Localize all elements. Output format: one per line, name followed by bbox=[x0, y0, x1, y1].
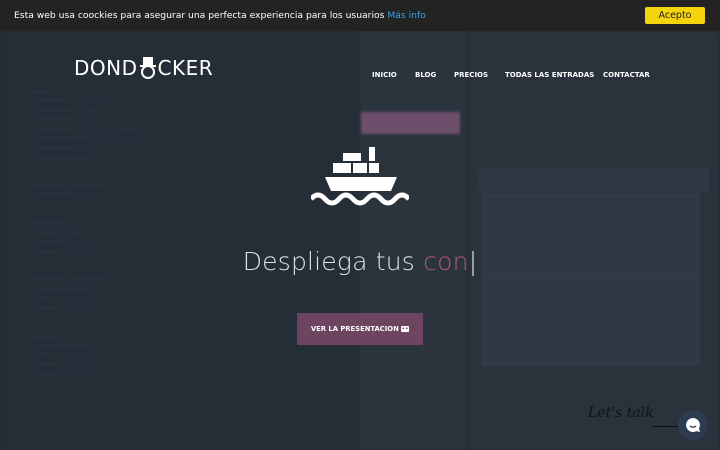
editor-panel bbox=[480, 169, 708, 191]
logo-text-end: CKER bbox=[157, 56, 214, 80]
nav-precios[interactable]: PRECIOS bbox=[454, 71, 488, 79]
cookie-bar: Esta web usa coockies para asegurar una … bbox=[0, 0, 720, 31]
editor-panel bbox=[482, 278, 699, 365]
headline-static-text: Despliega tus bbox=[242, 247, 424, 276]
nav-blog[interactable]: BLOG bbox=[415, 71, 436, 79]
accept-cookies-button[interactable]: Acepto bbox=[645, 7, 705, 24]
nav-inicio[interactable]: INICIO bbox=[372, 71, 397, 79]
cookie-message: Esta web usa coockies para asegurar una … bbox=[14, 10, 426, 21]
chat-bubble-icon bbox=[686, 418, 700, 432]
ship-icon bbox=[311, 147, 409, 206]
nav-contactar[interactable]: CONTACTAR bbox=[603, 71, 650, 79]
logo-text: DOND bbox=[74, 56, 138, 80]
lets-talk-label: Let's talk bbox=[588, 405, 654, 421]
editor-code-lines: ..... ......... ..... .......... ... ...… bbox=[30, 87, 135, 377]
chat-button[interactable] bbox=[678, 410, 708, 440]
logo-hat-icon bbox=[138, 56, 158, 80]
site-logo[interactable]: DOND CKER bbox=[74, 56, 213, 80]
editor-sidebar-pane bbox=[360, 31, 465, 450]
typing-caret: | bbox=[468, 247, 478, 276]
cookie-message-text: Esta web usa coockies para asegurar una … bbox=[14, 10, 385, 21]
presentation-button-label: VER LA PRESENTACION bbox=[310, 325, 399, 333]
presentation-button[interactable]: VER LA PRESENTACION bbox=[297, 313, 423, 345]
nav-todas-las-entradas[interactable]: TODAS LAS ENTRADAS bbox=[505, 71, 594, 79]
hero-headline: Despliega tus con| bbox=[0, 247, 720, 276]
background-editor-screenshot: ..... ......... ..... .......... ... ...… bbox=[0, 31, 720, 450]
more-info-link[interactable]: Más info bbox=[387, 10, 426, 21]
emoji-icon bbox=[401, 326, 410, 332]
headline-typed-text: con bbox=[423, 247, 469, 276]
editor-selected-item bbox=[361, 112, 460, 134]
